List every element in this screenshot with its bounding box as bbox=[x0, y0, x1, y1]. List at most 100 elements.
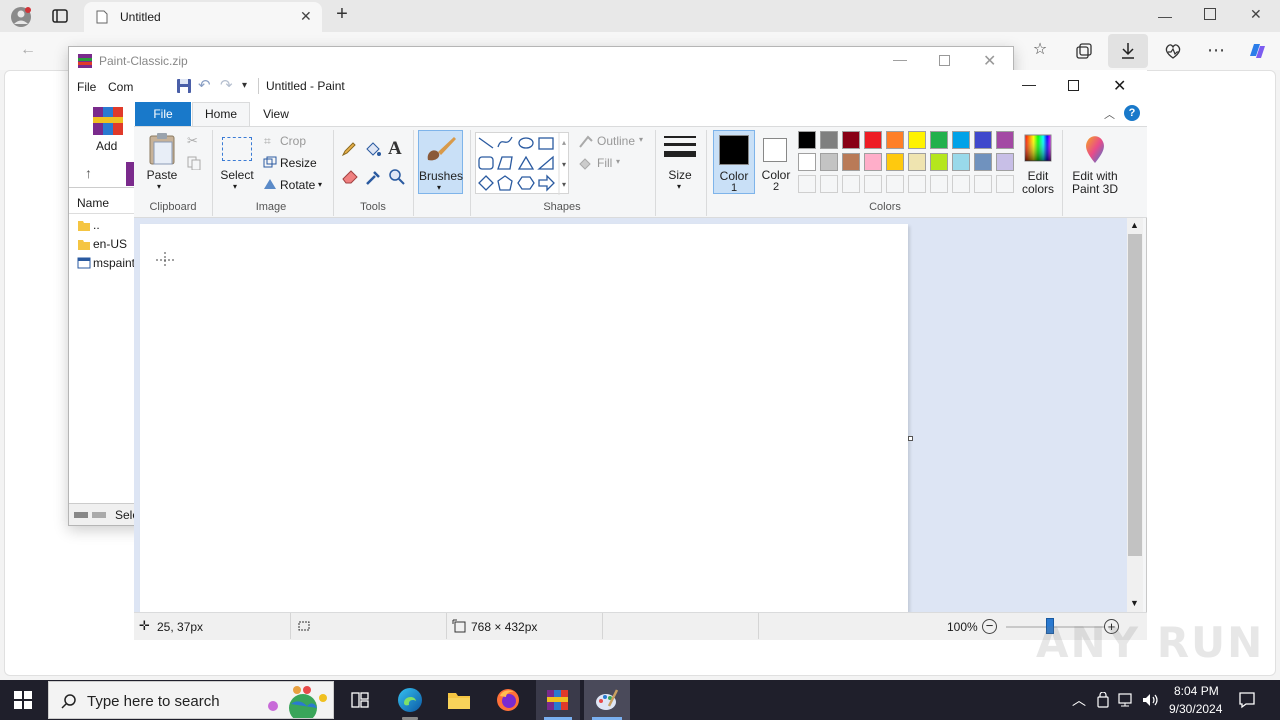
clock-date[interactable]: 9/30/2024 bbox=[1169, 702, 1222, 716]
scroll-up-icon[interactable]: ▲ bbox=[1130, 220, 1139, 230]
profile-icon[interactable] bbox=[10, 6, 32, 28]
clock-time[interactable]: 8:04 PM bbox=[1174, 684, 1219, 698]
help-icon[interactable]: ? bbox=[1124, 105, 1140, 121]
eraser-icon[interactable] bbox=[341, 168, 359, 184]
color2-button[interactable]: Color 2 bbox=[757, 130, 795, 194]
save-icon[interactable] bbox=[176, 78, 192, 94]
text-tool-icon[interactable]: A bbox=[388, 138, 402, 160]
fill-bucket-icon[interactable] bbox=[364, 140, 382, 158]
palette-swatch[interactable] bbox=[996, 153, 1014, 171]
paint-minimize-icon[interactable]: — bbox=[1022, 76, 1036, 92]
show-hidden-icons-icon[interactable]: ︿ bbox=[1072, 690, 1086, 710]
palette-swatch[interactable] bbox=[908, 131, 926, 149]
palette-swatch[interactable] bbox=[996, 131, 1014, 149]
cut-icon[interactable]: ✂ bbox=[187, 133, 198, 149]
taskbar-firefox[interactable] bbox=[486, 680, 530, 720]
copy-icon[interactable] bbox=[187, 156, 201, 170]
color-picker-icon[interactable] bbox=[365, 168, 381, 186]
crop-button[interactable]: Crop bbox=[280, 134, 306, 148]
favorites-icon[interactable]: ☆ bbox=[1030, 42, 1050, 58]
paint-close-icon[interactable]: ✕ bbox=[1113, 76, 1126, 96]
custom-color-slot[interactable] bbox=[930, 175, 948, 193]
minimize-ribbon-icon[interactable]: ︿ bbox=[1104, 106, 1115, 122]
shapes-gallery[interactable]: ▴ ▾ ▾ bbox=[475, 132, 569, 195]
palette-swatch[interactable] bbox=[842, 131, 860, 149]
palette-swatch[interactable] bbox=[798, 153, 816, 171]
security-icon[interactable] bbox=[1096, 692, 1110, 708]
select-icon[interactable] bbox=[222, 137, 252, 161]
custom-color-slot[interactable] bbox=[820, 175, 838, 193]
winrar-menu-commands[interactable]: Com bbox=[108, 80, 133, 94]
paint-maximize-icon[interactable] bbox=[1068, 80, 1079, 91]
minimize-browser-icon[interactable]: — bbox=[1158, 8, 1172, 24]
custom-color-slot[interactable] bbox=[798, 175, 816, 193]
select-button[interactable]: Select bbox=[218, 168, 256, 182]
palette-swatch[interactable] bbox=[930, 131, 948, 149]
outline-dropdown-icon[interactable]: ▾ bbox=[639, 135, 643, 144]
custom-color-slot[interactable] bbox=[974, 175, 992, 193]
taskbar-edge[interactable] bbox=[388, 680, 432, 720]
palette-swatch[interactable] bbox=[864, 131, 882, 149]
palette-swatch[interactable] bbox=[952, 153, 970, 171]
palette-swatch[interactable] bbox=[820, 153, 838, 171]
new-tab-icon[interactable]: + bbox=[332, 4, 352, 26]
magnifier-icon[interactable] bbox=[388, 168, 406, 186]
notifications-icon[interactable] bbox=[1238, 691, 1256, 709]
fill-dropdown-icon[interactable]: ▾ bbox=[616, 157, 620, 166]
copilot-icon[interactable] bbox=[1246, 40, 1268, 62]
drawing-canvas[interactable] bbox=[140, 224, 908, 612]
select-dropdown-icon[interactable]: ▾ bbox=[233, 182, 237, 191]
custom-color-slot[interactable] bbox=[886, 175, 904, 193]
tab-home[interactable]: Home bbox=[192, 102, 250, 127]
palette-swatch[interactable] bbox=[798, 131, 816, 149]
task-view-button[interactable] bbox=[338, 680, 382, 720]
close-browser-icon[interactable]: ✕ bbox=[1250, 6, 1262, 23]
palette-swatch[interactable] bbox=[864, 153, 882, 171]
canvas-resize-handle[interactable] bbox=[908, 436, 913, 441]
winrar-maximize-icon[interactable] bbox=[939, 55, 950, 66]
winrar-menu-file[interactable]: File bbox=[77, 80, 96, 94]
vertical-scrollbar[interactable]: ▲ ▼ bbox=[1127, 218, 1143, 612]
tab-file[interactable]: File bbox=[135, 102, 191, 126]
winrar-add-icon[interactable] bbox=[91, 103, 125, 139]
rotate-dropdown-icon[interactable]: ▾ bbox=[318, 180, 322, 189]
tab-view[interactable]: View bbox=[252, 102, 300, 126]
scroll-thumb[interactable] bbox=[1128, 234, 1142, 556]
tab-actions-icon[interactable] bbox=[52, 8, 68, 24]
palette-swatch[interactable] bbox=[930, 153, 948, 171]
zoom-out-icon[interactable]: − bbox=[982, 619, 997, 634]
back-icon[interactable]: ← bbox=[18, 42, 38, 58]
taskbar-file-explorer[interactable] bbox=[436, 680, 480, 720]
browser-essentials-icon[interactable] bbox=[1164, 43, 1182, 59]
custom-color-slot[interactable] bbox=[864, 175, 882, 193]
custom-color-slot[interactable] bbox=[952, 175, 970, 193]
custom-color-slot[interactable] bbox=[996, 175, 1014, 193]
edit-colors-button[interactable]: Edit colors bbox=[1020, 130, 1056, 196]
paste-button[interactable]: Paste bbox=[146, 168, 178, 182]
more-icon[interactable]: ⋯ bbox=[1206, 41, 1226, 59]
downloads-button[interactable] bbox=[1108, 34, 1148, 68]
palette-swatch[interactable] bbox=[908, 153, 926, 171]
collections-icon[interactable] bbox=[1076, 43, 1092, 59]
palette-swatch[interactable] bbox=[974, 131, 992, 149]
custom-color-slot[interactable] bbox=[842, 175, 860, 193]
outline-button[interactable]: Outline bbox=[597, 134, 635, 148]
quick-access-dropdown-icon[interactable]: ▾ bbox=[242, 80, 247, 91]
taskbar-winrar[interactable] bbox=[536, 680, 580, 720]
close-tab-icon[interactable]: ✕ bbox=[300, 8, 312, 25]
palette-swatch[interactable] bbox=[820, 131, 838, 149]
winrar-close-icon[interactable]: ✕ bbox=[983, 51, 996, 71]
winrar-up-icon[interactable]: ↑ bbox=[85, 165, 92, 181]
palette-swatch[interactable] bbox=[886, 153, 904, 171]
browser-tab[interactable]: Untitled ✕ bbox=[84, 2, 322, 32]
resize-button[interactable]: Resize bbox=[280, 156, 317, 170]
taskbar-paint[interactable] bbox=[584, 680, 630, 720]
edit-with-paint3d-button[interactable]: Edit with Paint 3D bbox=[1066, 130, 1124, 196]
pencil-icon[interactable] bbox=[341, 141, 357, 157]
winrar-minimize-icon[interactable]: — bbox=[893, 51, 907, 67]
rotate-button[interactable]: Rotate bbox=[280, 178, 315, 192]
restore-browser-icon[interactable] bbox=[1204, 8, 1216, 20]
start-button[interactable] bbox=[14, 691, 32, 709]
color1-button[interactable]: Color 1 bbox=[713, 130, 755, 194]
fill-button[interactable]: Fill bbox=[597, 156, 612, 170]
